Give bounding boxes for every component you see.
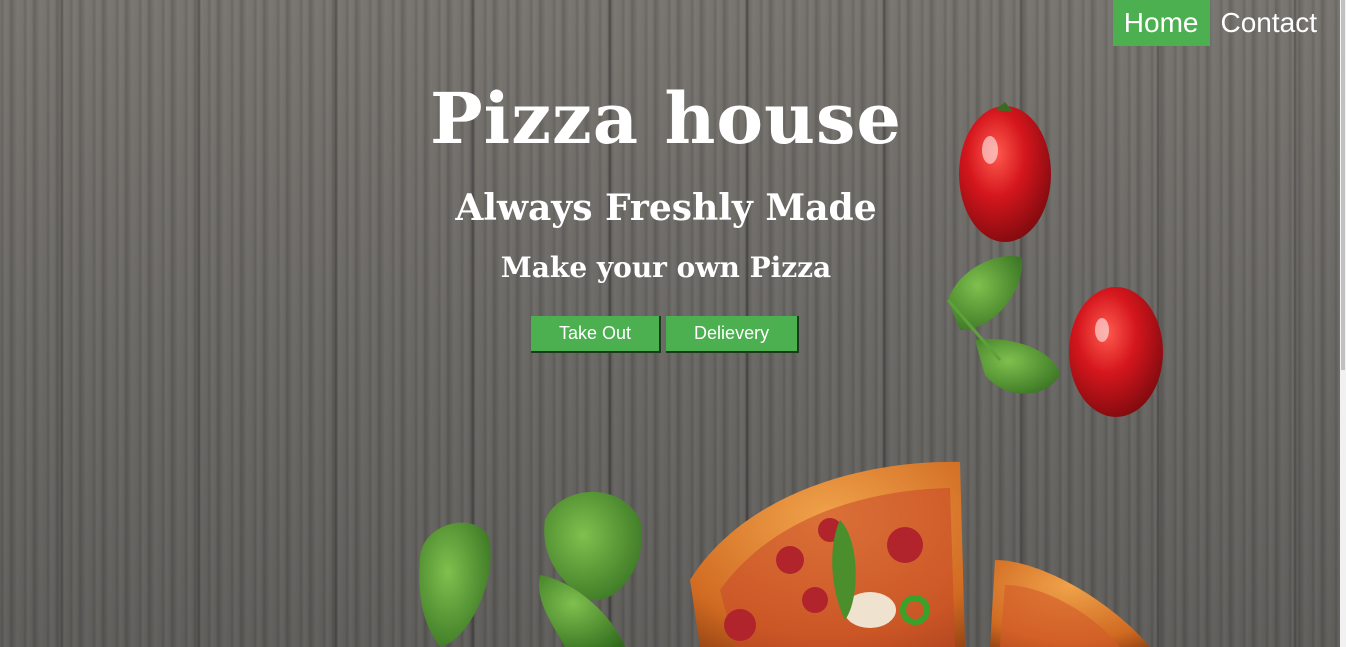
hero-button-group: Take Out Delievery xyxy=(531,316,800,353)
take-out-button[interactable]: Take Out xyxy=(531,316,662,353)
hero-tagline: Make your own Pizza xyxy=(500,251,832,284)
vertical-scrollbar[interactable] xyxy=(1340,0,1346,647)
page-title: Pizza house xyxy=(430,77,902,160)
basil-leaf-image xyxy=(419,491,642,647)
top-nav: Home Contact xyxy=(1112,0,1329,46)
nav-home-link[interactable]: Home xyxy=(1112,0,1210,46)
delivery-button[interactable]: Delievery xyxy=(666,316,800,353)
pizza-slice-image xyxy=(690,461,965,647)
hero-background: Home Contact Pizza house Always Freshly … xyxy=(0,0,1340,647)
hero-subtitle: Always Freshly Made xyxy=(455,187,877,229)
pizza-slice-image xyxy=(990,560,1150,647)
tomato-image xyxy=(1069,287,1163,417)
scrollbar-thumb[interactable] xyxy=(1341,0,1345,370)
nav-contact-link[interactable]: Contact xyxy=(1210,0,1329,46)
